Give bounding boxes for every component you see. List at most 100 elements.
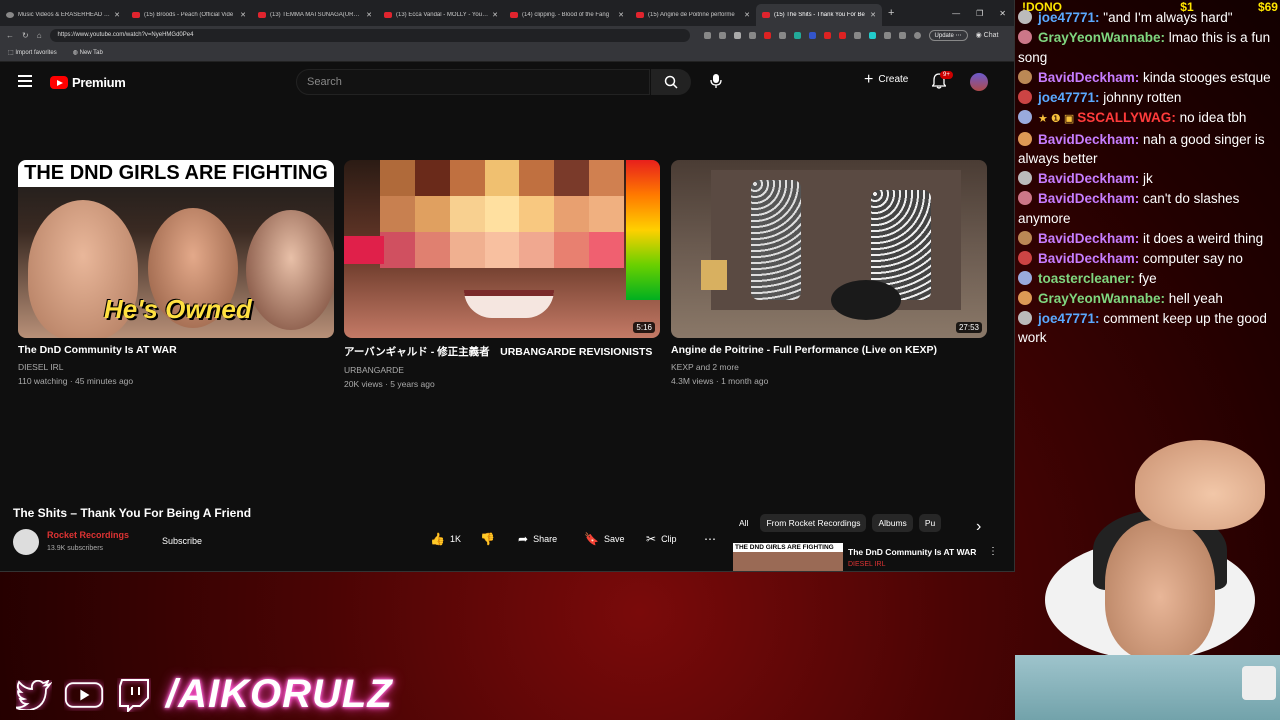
update-button[interactable]: Update ⋯ xyxy=(928,29,968,41)
video-thumbnail[interactable]: THE DND GIRLS ARE FIGHTING He's Owned xyxy=(18,160,334,338)
chip-partial[interactable]: Pu xyxy=(918,514,942,532)
refresh-icon[interactable]: ↻ xyxy=(22,31,29,40)
clip-label: Clip xyxy=(661,534,677,544)
extension-icon[interactable] xyxy=(793,31,801,39)
home-icon[interactable]: ⌂ xyxy=(37,31,42,40)
chat-label: Chat xyxy=(983,32,999,39)
video-thumbnail[interactable]: 27:53 xyxy=(671,160,987,338)
tab-favicon-icon xyxy=(384,12,392,18)
reader-icon[interactable] xyxy=(703,31,711,39)
puzzle-icon[interactable] xyxy=(883,31,891,39)
social-links: /AIKORULZ xyxy=(14,672,393,717)
tab-close-icon[interactable]: ✕ xyxy=(114,11,120,19)
card-title[interactable]: Angine de Poitrine - Full Performance (L… xyxy=(671,344,987,356)
extension-icon[interactable] xyxy=(823,31,831,39)
zoom-icon[interactable] xyxy=(718,31,726,39)
search-input[interactable] xyxy=(296,69,650,95)
bookmark-new-tab[interactable]: ◍ New Tab xyxy=(73,49,103,56)
tab-close-icon[interactable]: ✕ xyxy=(240,11,246,19)
restore-icon[interactable]: ❐ xyxy=(976,9,983,18)
bookmark-label: New Tab xyxy=(79,50,103,56)
minimize-icon[interactable]: — xyxy=(952,9,960,18)
extension-icon[interactable] xyxy=(853,31,861,39)
chip-albums[interactable]: Albums xyxy=(872,514,913,532)
chat-separator: : xyxy=(1130,270,1139,286)
card-title[interactable]: The DnD Community Is AT WAR xyxy=(18,344,334,356)
chat-button[interactable]: ◉ Chat xyxy=(976,31,999,39)
end-card[interactable]: THE DND GIRLS ARE FIGHTING He's Owned Th… xyxy=(18,160,334,386)
chip-all[interactable]: All xyxy=(733,514,754,532)
create-button[interactable]: + Create xyxy=(864,71,908,87)
search-icon xyxy=(664,75,678,89)
collections-icon[interactable] xyxy=(748,31,756,39)
end-card[interactable]: 5:16 アーバンギャルド - 修正主義者 URBANGARDE REVISIO… xyxy=(344,160,660,389)
more-actions-button[interactable]: ⋯ xyxy=(704,532,716,546)
chat-avatar-icon xyxy=(1018,171,1032,185)
card-channel[interactable]: URBANGARDE xyxy=(344,365,660,375)
chat-avatar-icon xyxy=(1018,290,1032,305)
share-button[interactable]: ➦ Share xyxy=(518,532,557,546)
window-controls: — ❐ ✕ xyxy=(952,9,1014,18)
tab-close-icon[interactable]: ✕ xyxy=(870,11,876,19)
up-next-channel[interactable]: DIESEL IRL xyxy=(848,561,885,568)
tab-close-icon[interactable]: ✕ xyxy=(366,11,372,19)
extension-icon[interactable] xyxy=(868,31,876,39)
chevron-right-icon[interactable]: › xyxy=(976,518,981,536)
share-label: Share xyxy=(533,534,558,544)
subscribe-button[interactable]: Subscribe xyxy=(150,532,214,550)
notification-badge: 9+ xyxy=(940,71,953,79)
close-window-icon[interactable]: ✕ xyxy=(999,9,1006,18)
url-field[interactable]: https://www.youtube.com/watch?v=NyeHMGd0… xyxy=(49,28,690,42)
clip-button[interactable]: ✂ Clip xyxy=(646,532,677,546)
chat-avatar-icon xyxy=(1018,10,1032,24)
webcam-feed xyxy=(1015,440,1280,720)
card-title[interactable]: アーバンギャルド - 修正主義者 URBANGARDE REVISIONISTS xyxy=(344,344,660,359)
tab-close-icon[interactable]: ✕ xyxy=(492,11,498,19)
browser-tab[interactable]: (15) Angine de Poitrine performe ✕ xyxy=(630,4,756,26)
chip-from-channel[interactable]: From Rocket Recordings xyxy=(760,514,867,532)
address-bar: ← ↻ ⌂ https://www.youtube.com/watch?v=Ny… xyxy=(0,26,1014,44)
like-button[interactable]: 👍 1K xyxy=(430,532,461,546)
chat-message: joe47771: comment keep up the good work xyxy=(1018,309,1280,348)
end-card[interactable]: 27:53 Angine de Poitrine - Full Performa… xyxy=(671,160,987,386)
tab-close-icon[interactable]: ✕ xyxy=(744,11,750,19)
avatar[interactable] xyxy=(970,73,988,91)
favorite-icon[interactable] xyxy=(733,31,741,39)
microphone-button[interactable] xyxy=(706,71,726,91)
menu-icon[interactable] xyxy=(18,75,32,90)
back-icon[interactable]: ← xyxy=(6,31,14,40)
browser-tab[interactable]: (13) Ecca Vandal - MOLLY - YouTu ✕ xyxy=(378,4,504,26)
browser-tab[interactable]: Music Videos & ERASERHEAD RE ✕ xyxy=(0,4,126,26)
extension-icon[interactable] xyxy=(838,31,846,39)
youtube-logo[interactable]: Premium xyxy=(50,75,126,90)
save-button[interactable]: 🔖 Save xyxy=(584,532,624,546)
microphone-icon xyxy=(710,74,722,88)
browser-tab-active[interactable]: (15) The Shits - Thank You For Be ✕ xyxy=(756,4,882,26)
browser-tab[interactable]: (13) TEMMA MATSUNAGA(URBAN ✕ xyxy=(252,4,378,26)
up-next-menu-icon[interactable]: ⋮ xyxy=(988,546,998,557)
split-icon[interactable] xyxy=(898,31,906,39)
extension-icon[interactable] xyxy=(763,31,771,39)
channel-name[interactable]: Rocket Recordings xyxy=(47,530,129,540)
card-channel[interactable]: DIESEL IRL xyxy=(18,362,334,372)
profile-icon[interactable] xyxy=(913,31,921,39)
browser-tab[interactable]: (15) Broods - Peach (Official Vide ✕ xyxy=(126,4,252,26)
card-channel[interactable]: KEXP and 2 more xyxy=(671,362,987,372)
chat-message: BavidDeckham: jk xyxy=(1018,169,1280,189)
extension-icon[interactable] xyxy=(778,31,786,39)
chat-avatar-icon xyxy=(1018,250,1032,265)
bookmark-import-favorites[interactable]: ⬚ Import favorites xyxy=(8,49,57,56)
bookmark-icon: 🔖 xyxy=(584,532,599,546)
chat-text: johnny rotten xyxy=(1103,89,1182,105)
duration-badge: 5:16 xyxy=(633,322,655,333)
extension-icon[interactable] xyxy=(808,31,816,39)
up-next-thumbnail[interactable]: THE DND GIRLS ARE FIGHTING xyxy=(733,543,843,571)
tab-close-icon[interactable]: ✕ xyxy=(618,11,624,19)
browser-tab[interactable]: (14) clipping. - Blood of the Fang ✕ xyxy=(504,4,630,26)
channel-avatar[interactable] xyxy=(13,529,39,555)
search-button[interactable] xyxy=(651,69,691,95)
dislike-button[interactable]: 👎 xyxy=(480,532,495,546)
new-tab-icon[interactable]: + xyxy=(888,7,894,19)
video-thumbnail[interactable]: 5:16 xyxy=(344,160,660,338)
up-next-title[interactable]: The DnD Community Is AT WAR xyxy=(848,547,976,557)
